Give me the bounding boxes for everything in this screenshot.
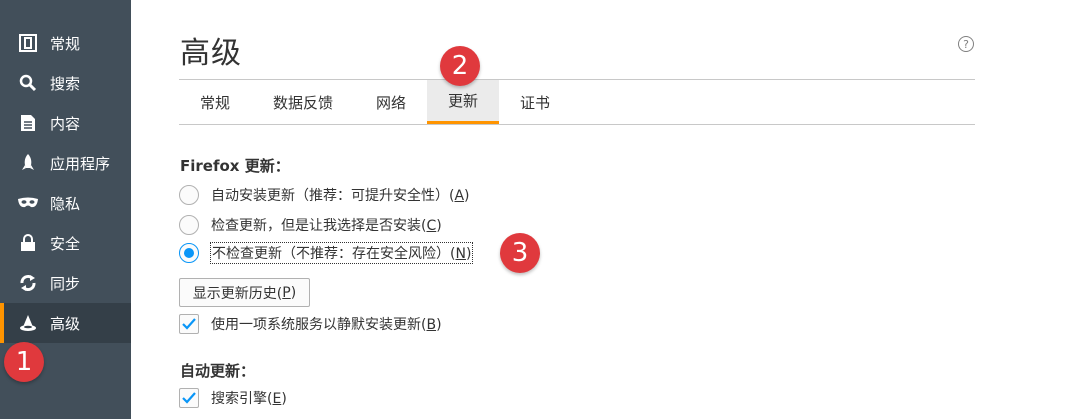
sidebar-item-label: 应用程序 <box>50 154 111 173</box>
checkbox-background-service[interactable]: 使用一项系统服务以静默安装更新(B) <box>179 312 442 336</box>
show-update-history-button[interactable]: 显示更新历史(P) <box>179 278 310 307</box>
page-title: 高级 <box>180 36 242 71</box>
radio-auto-install[interactable]: 自动安装更新（推荐：可提升安全性）(A) <box>179 183 470 207</box>
sidebar-item-label: 内容 <box>50 114 81 133</box>
firefox-update-heading: Firefox 更新： <box>180 157 290 175</box>
divider <box>179 124 975 125</box>
checkbox-label: 使用一项系统服务以静默安装更新(B) <box>211 317 442 333</box>
radio-check-only[interactable]: 检查更新，但是让我选择是否安装(C) <box>179 213 442 237</box>
mask-icon <box>18 193 38 213</box>
auto-update-heading: 自动更新： <box>180 362 256 380</box>
tab-general[interactable]: 常规 <box>179 80 251 124</box>
sidebar-item-label: 同步 <box>50 274 81 293</box>
sync-icon <box>18 273 38 293</box>
lock-icon <box>18 233 38 253</box>
sidebar-item-content[interactable]: 内容 <box>0 103 131 143</box>
sidebar-item-security[interactable]: 安全 <box>0 223 131 263</box>
sidebar-item-privacy[interactable]: 隐私 <box>0 183 131 223</box>
sidebar-item-advanced[interactable]: 高级 <box>0 303 131 343</box>
checkbox[interactable] <box>179 388 199 408</box>
sidebar-item-sync[interactable]: 同步 <box>0 263 131 303</box>
tab-update[interactable]: 更新 <box>427 80 499 124</box>
radio-never-check[interactable]: 不检查更新（不推荐：存在安全风险）(N) <box>179 241 474 265</box>
callout-badge-1: 1 <box>4 342 44 382</box>
radio-button[interactable] <box>179 243 199 263</box>
sidebar-item-label: 搜索 <box>50 74 81 93</box>
tab-certificates[interactable]: 证书 <box>499 80 571 124</box>
rocket-icon <box>18 153 38 173</box>
checkbox-label: 搜索引擎(E) <box>211 391 287 407</box>
wizard-hat-icon <box>18 313 38 333</box>
radio-label: 自动安装更新（推荐：可提升安全性）(A) <box>211 188 470 204</box>
sidebar-item-search[interactable]: 搜索 <box>0 63 131 103</box>
sidebar-item-label: 隐私 <box>50 194 81 213</box>
checkmark-icon <box>182 392 196 404</box>
preferences-window: 常规 搜索 内容 应用程序 隐私 安全 同步 高级 高级 ? 常规 数据反馈 网… <box>0 0 1068 419</box>
general-icon <box>18 33 38 53</box>
radio-button[interactable] <box>179 185 199 205</box>
radio-button[interactable] <box>179 215 199 235</box>
sidebar-item-applications[interactable]: 应用程序 <box>0 143 131 183</box>
help-icon[interactable]: ? <box>958 36 974 52</box>
search-icon <box>18 73 38 93</box>
sidebar-item-label: 高级 <box>50 314 81 333</box>
radio-label: 不检查更新（不推荐：存在安全风险）(N) <box>209 242 474 264</box>
tab-network[interactable]: 网络 <box>355 80 427 124</box>
sidebar-item-label: 常规 <box>50 34 81 53</box>
radio-label: 检查更新，但是让我选择是否安装(C) <box>211 218 442 234</box>
sidebar-item-label: 安全 <box>50 234 81 253</box>
tab-data-choices[interactable]: 数据反馈 <box>251 80 355 124</box>
callout-badge-3: 3 <box>500 233 540 273</box>
callout-badge-2: 2 <box>440 46 480 86</box>
checkbox[interactable] <box>179 314 199 334</box>
checkbox-search-engines[interactable]: 搜索引擎(E) <box>179 386 287 410</box>
document-icon <box>18 113 38 133</box>
checkmark-icon <box>182 318 196 330</box>
tab-bar: 常规 数据反馈 网络 更新 证书 <box>179 80 975 124</box>
sidebar-item-general[interactable]: 常规 <box>0 23 131 63</box>
